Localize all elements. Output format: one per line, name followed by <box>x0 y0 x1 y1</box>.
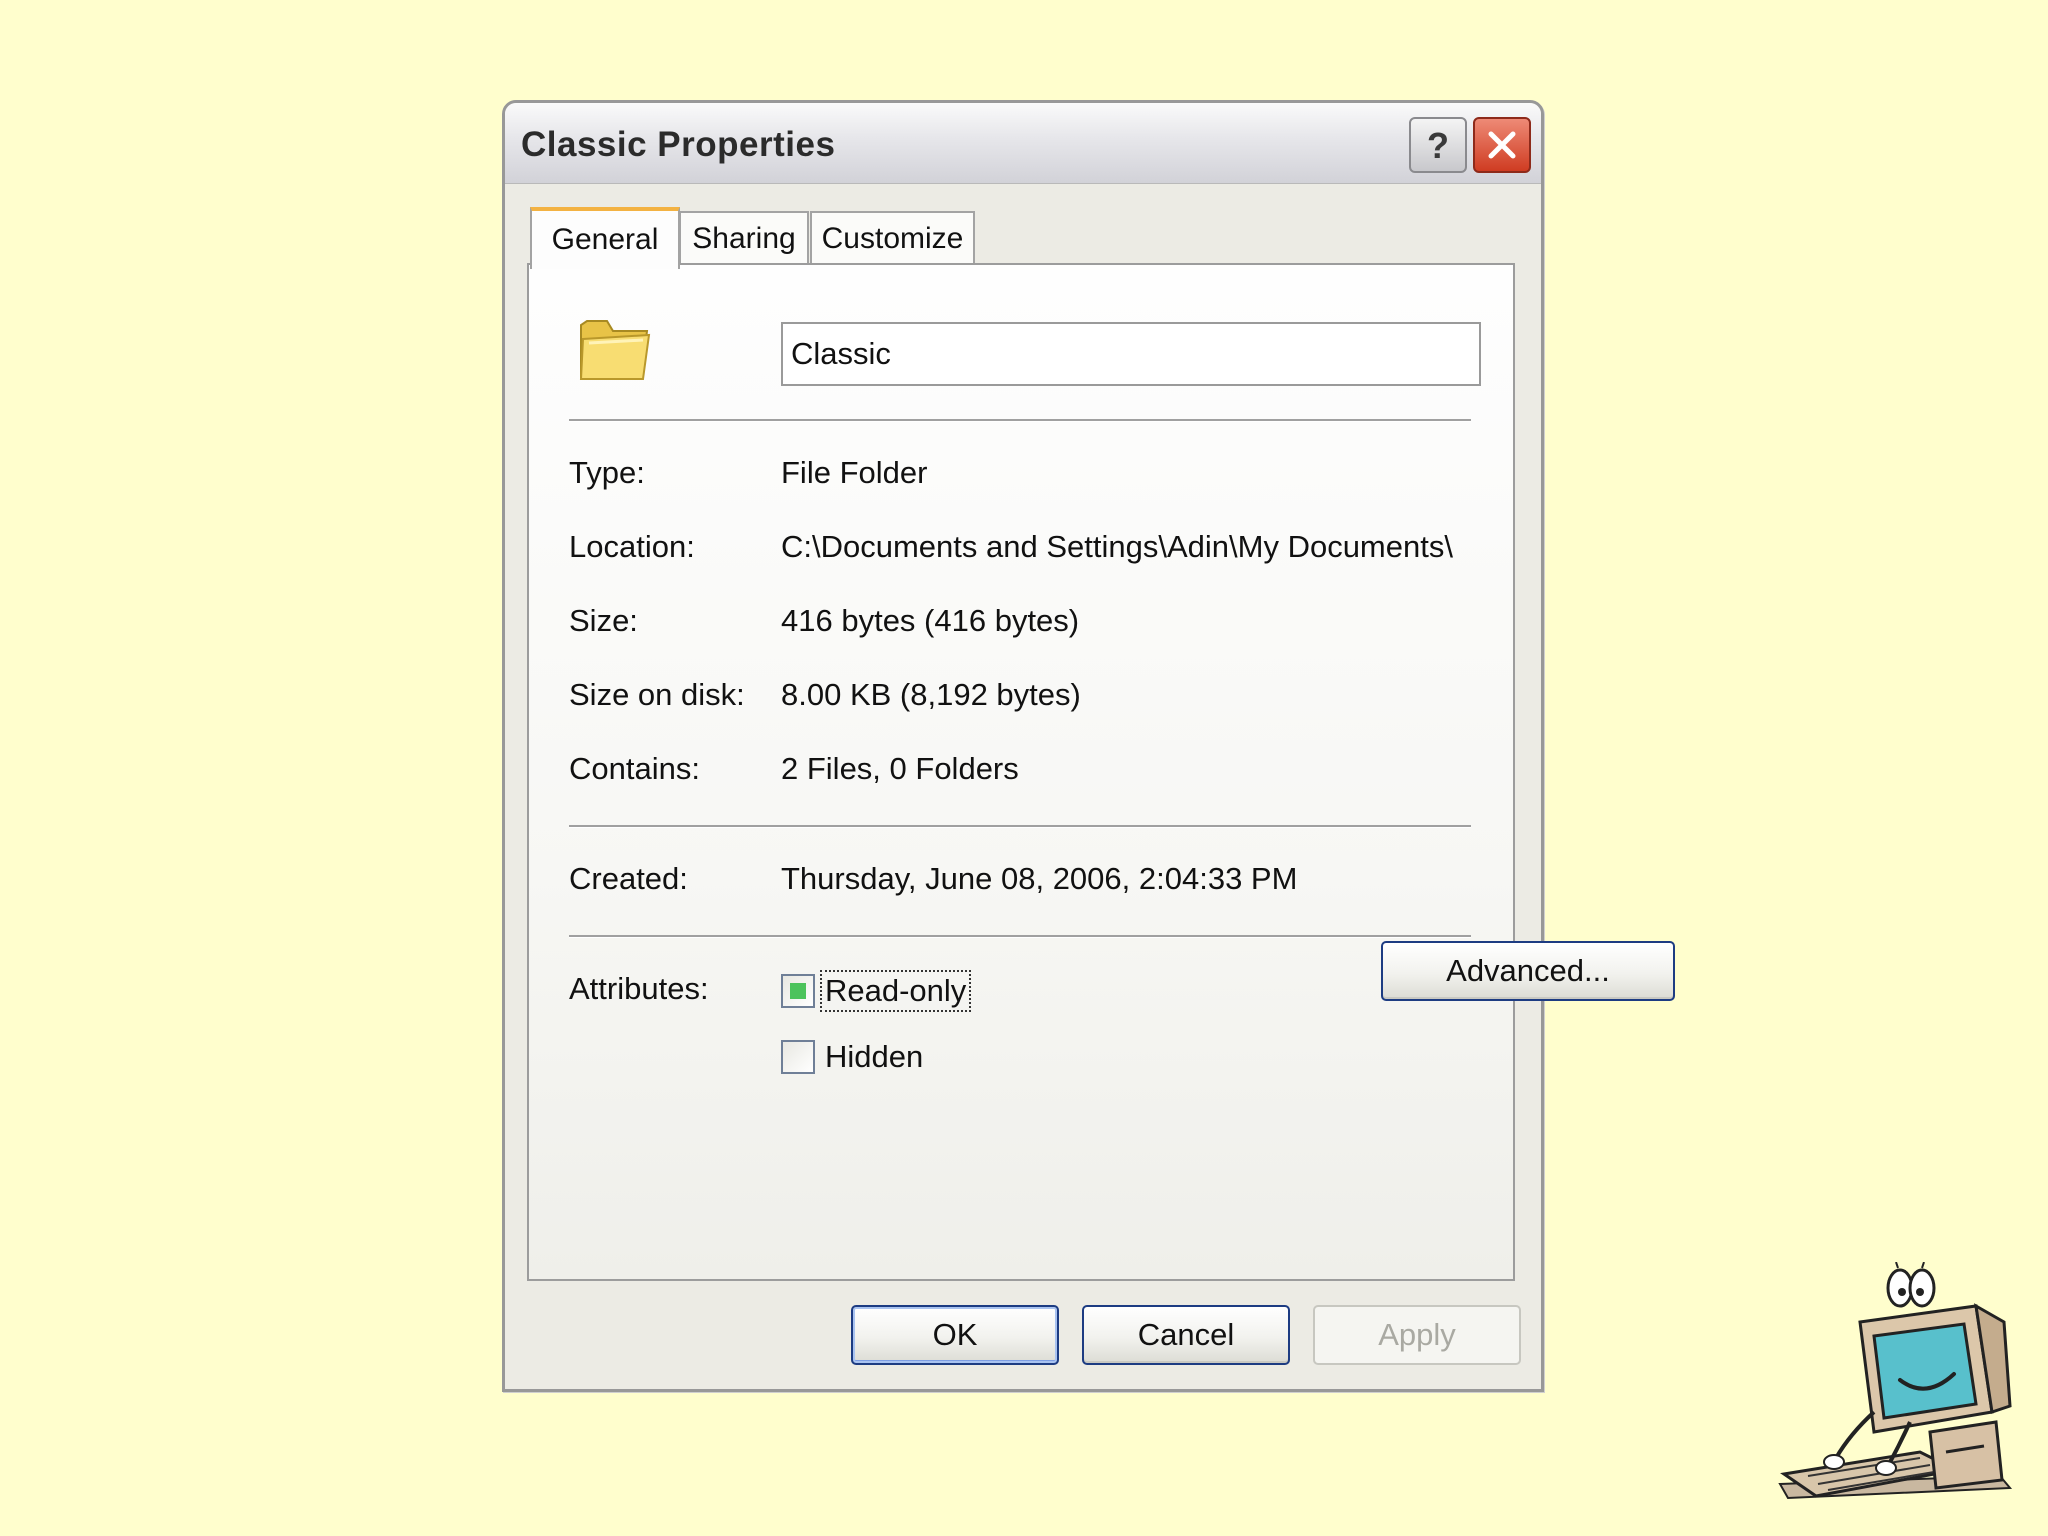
readonly-label[interactable]: Read-only <box>819 970 972 1012</box>
separator <box>569 419 1471 422</box>
created-value: Thursday, June 08, 2006, 2:04:33 PM <box>781 861 1298 896</box>
ok-button[interactable]: OK <box>851 1305 1059 1365</box>
dialog-title: Classic Properties <box>521 125 836 164</box>
size-on-disk-value: 8.00 KB (8,192 bytes) <box>781 677 1081 712</box>
size-on-disk-label: Size on disk: <box>569 677 745 712</box>
hidden-checkbox[interactable] <box>781 1040 815 1074</box>
attributes-label: Attributes: <box>569 971 709 1006</box>
location-label: Location: <box>569 529 695 564</box>
svg-text:?: ? <box>1427 125 1449 165</box>
cancel-button[interactable]: Cancel <box>1082 1305 1290 1365</box>
readonly-checkbox[interactable] <box>781 974 815 1008</box>
separator <box>569 935 1471 938</box>
help-button[interactable]: ? <box>1409 117 1467 173</box>
tab-customize[interactable]: Customize <box>810 211 975 265</box>
size-value: 416 bytes (416 bytes) <box>781 603 1080 638</box>
folder-icon <box>579 320 651 380</box>
readonly-checkbox-row[interactable]: Read-only <box>781 970 972 1012</box>
advanced-button[interactable]: Advanced... <box>1381 941 1675 1001</box>
general-tab-panel: Type: File Folder Location: C:\Documents… <box>527 263 1515 1281</box>
location-value: C:\Documents and Settings\Adin\My Docume… <box>781 529 1453 564</box>
help-icon: ? <box>1427 125 1449 165</box>
size-label: Size: <box>569 603 638 638</box>
tab-sharing[interactable]: Sharing <box>679 211 809 265</box>
contains-value: 2 Files, 0 Folders <box>781 751 1019 786</box>
contains-label: Contains: <box>569 751 700 786</box>
hidden-checkbox-row[interactable]: Hidden <box>781 1037 925 1077</box>
computer-character-clipart <box>1778 1262 2013 1500</box>
apply-button[interactable]: Apply <box>1313 1305 1521 1365</box>
properties-dialog: Classic Properties ? General Sharing Cus… <box>502 100 1675 1392</box>
type-value: File Folder <box>781 455 928 490</box>
type-label: Type: <box>569 455 645 490</box>
tab-general[interactable]: General <box>530 207 680 269</box>
separator <box>569 825 1471 828</box>
hidden-label[interactable]: Hidden <box>823 1039 925 1075</box>
created-label: Created: <box>569 861 688 896</box>
folder-name-input[interactable] <box>781 322 1481 386</box>
close-button[interactable] <box>1473 117 1531 173</box>
title-bar[interactable]: Classic Properties ? <box>505 103 1541 184</box>
close-icon <box>1488 131 1516 159</box>
